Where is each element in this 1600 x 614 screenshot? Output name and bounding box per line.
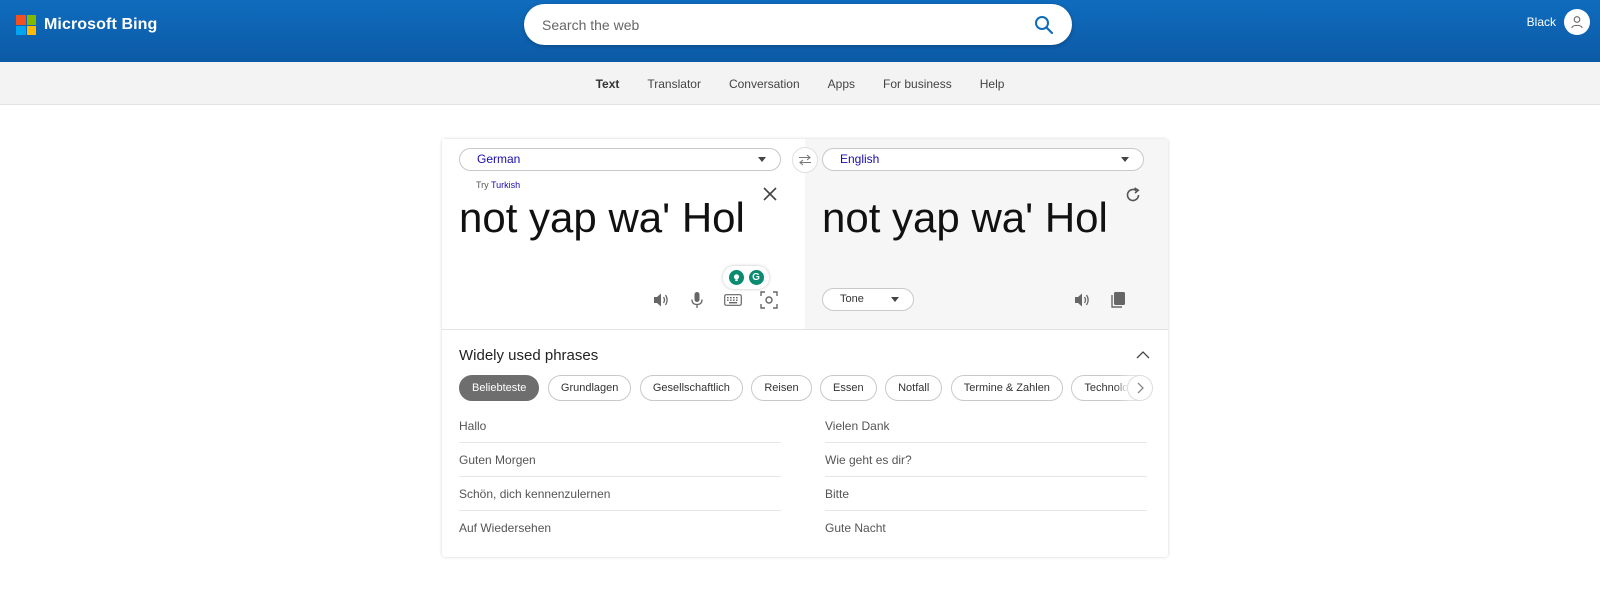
phrases-title: Widely used phrases bbox=[459, 347, 599, 364]
language-suggestion: Try Turkish bbox=[476, 180, 520, 190]
chips-next-button[interactable] bbox=[1127, 375, 1153, 401]
phrase-categories: Beliebteste Grundlagen Gesellschaftlich … bbox=[459, 375, 1139, 402]
speaker-icon[interactable] bbox=[1072, 290, 1092, 310]
grammarly-widget[interactable]: G bbox=[723, 266, 769, 289]
brand-name: Microsoft Bing bbox=[44, 16, 158, 33]
swap-arrows-icon bbox=[799, 154, 811, 166]
tone-select[interactable]: Tone bbox=[822, 288, 914, 311]
logo-square-green bbox=[26, 15, 36, 25]
bing-logo[interactable]: Microsoft Bing bbox=[16, 15, 157, 35]
grammarly-bulb-icon[interactable] bbox=[728, 270, 744, 285]
caret-down-icon bbox=[1121, 157, 1129, 162]
swap-languages-button[interactable] bbox=[792, 147, 818, 173]
user-icon bbox=[1571, 16, 1583, 29]
section-divider bbox=[442, 329, 1168, 330]
logo-square-red bbox=[16, 15, 26, 25]
speaker-icon[interactable] bbox=[651, 290, 671, 310]
keyboard-icon[interactable] bbox=[723, 290, 743, 310]
phrase-item[interactable]: Bitte bbox=[825, 477, 1147, 511]
chevron-up-icon[interactable] bbox=[1135, 347, 1151, 363]
phrase-item[interactable]: Gute Nacht bbox=[825, 511, 1147, 545]
suggested-language-link[interactable]: Turkish bbox=[491, 180, 520, 190]
target-language-label: English bbox=[840, 152, 880, 166]
copy-icon[interactable] bbox=[1108, 290, 1128, 310]
nav-translator[interactable]: Translator bbox=[647, 77, 701, 91]
search-input[interactable] bbox=[542, 4, 1002, 45]
phrase-item[interactable]: Hallo bbox=[459, 409, 781, 443]
chip-grundlagen[interactable]: Grundlagen bbox=[547, 375, 632, 401]
search-box bbox=[524, 4, 1072, 45]
user-account[interactable]: Black bbox=[1527, 9, 1590, 35]
chip-termine-zahlen[interactable]: Termine & Zahlen bbox=[950, 375, 1063, 401]
chip-notfall[interactable]: Notfall bbox=[885, 375, 943, 401]
nav-apps[interactable]: Apps bbox=[828, 77, 855, 91]
source-pane: German Try Turkish not yap wa' Hol G bbox=[442, 139, 805, 329]
target-pane: English not yap wa' Hol Tone bbox=[805, 139, 1168, 329]
microphone-icon[interactable] bbox=[687, 290, 707, 310]
caret-down-icon bbox=[758, 157, 766, 162]
search-icon[interactable] bbox=[1034, 15, 1054, 35]
source-language-select[interactable]: German bbox=[459, 148, 781, 171]
nav-conversation[interactable]: Conversation bbox=[729, 77, 800, 91]
clear-text-icon[interactable] bbox=[761, 185, 779, 203]
phrase-item[interactable]: Auf Wiedersehen bbox=[459, 511, 781, 545]
phrase-item[interactable]: Schön, dich kennenzulernen bbox=[459, 477, 781, 511]
phrase-item[interactable]: Wie geht es dir? bbox=[825, 443, 1147, 477]
phrase-item[interactable]: Guten Morgen bbox=[459, 443, 781, 477]
translator-card: German Try Turkish not yap wa' Hol G Eng… bbox=[442, 139, 1168, 557]
secondary-nav: Text Translator Conversation Apps For bu… bbox=[0, 62, 1600, 105]
chip-reisen[interactable]: Reisen bbox=[751, 375, 812, 401]
tone-label: Tone bbox=[840, 293, 864, 305]
phrase-item[interactable]: Vielen Dank bbox=[825, 409, 1147, 443]
nav-help[interactable]: Help bbox=[980, 77, 1005, 91]
phrase-list-right: Vielen Dank Wie geht es dir? Bitte Gute … bbox=[825, 409, 1147, 545]
source-language-label: German bbox=[477, 152, 521, 166]
grammarly-g-icon[interactable]: G bbox=[748, 270, 764, 285]
caret-down-icon bbox=[891, 297, 899, 302]
avatar[interactable] bbox=[1564, 9, 1590, 35]
translated-text: not yap wa' Hol bbox=[822, 194, 1108, 241]
nav-for-business[interactable]: For business bbox=[883, 77, 952, 91]
lightbulb-icon bbox=[733, 274, 739, 282]
chip-beliebteste[interactable]: Beliebteste bbox=[459, 375, 540, 401]
logo-square-blue bbox=[16, 25, 26, 35]
try-prefix: Try bbox=[476, 180, 489, 190]
nav-text[interactable]: Text bbox=[596, 77, 620, 91]
logo-square-yellow bbox=[26, 25, 36, 35]
top-header: Microsoft Bing Black bbox=[0, 0, 1600, 62]
microsoft-logo-icon bbox=[16, 15, 36, 35]
chip-gesellschaftlich[interactable]: Gesellschaftlich bbox=[639, 375, 743, 401]
chip-essen[interactable]: Essen bbox=[820, 375, 877, 401]
refresh-icon[interactable] bbox=[1124, 186, 1142, 204]
phrase-list-left: Hallo Guten Morgen Schön, dich kennenzul… bbox=[459, 409, 781, 545]
camera-scan-icon[interactable] bbox=[759, 290, 779, 310]
chevron-right-icon bbox=[1137, 382, 1144, 394]
target-language-select[interactable]: English bbox=[822, 148, 1144, 171]
source-text-input[interactable]: not yap wa' Hol bbox=[459, 194, 745, 242]
user-name[interactable]: Black bbox=[1527, 15, 1556, 29]
